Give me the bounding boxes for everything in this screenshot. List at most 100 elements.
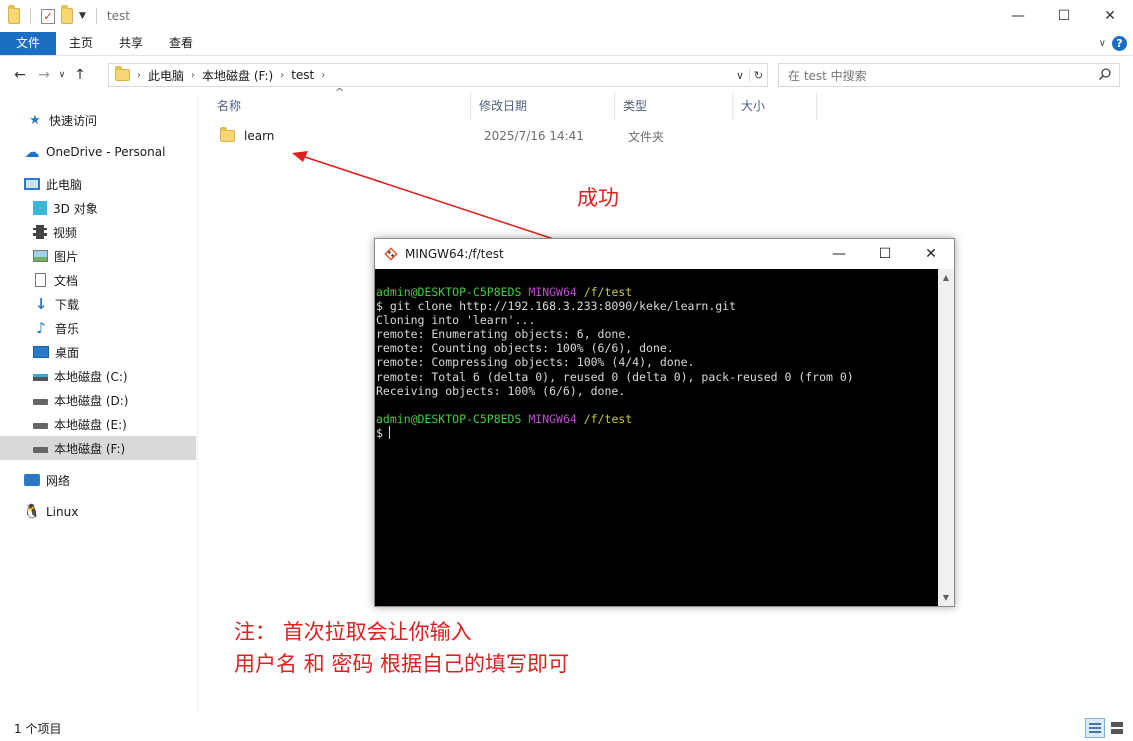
terminal-window[interactable]: MINGW64:/f/test — ☐ ✕ admin@DESKTOP-C5P8…: [374, 238, 955, 607]
toolbar-divider: [95, 8, 97, 24]
annotation-note-line2: 用户名 和 密码 根据自己的填写即可: [234, 652, 570, 676]
breadcrumb-separator[interactable]: ›: [191, 70, 195, 81]
computer-icon: [24, 178, 40, 190]
terminal-command: $ git clone http://192.168.3.233:8090/ke…: [376, 299, 737, 314]
navigation-bar: ← → ∨ ↑ › 此电脑 › 本地磁盘 (F:) › test › ∨ ↻ 在…: [0, 60, 1133, 90]
sidebar-item-this-pc[interactable]: 此电脑: [0, 172, 196, 196]
up-button[interactable]: ↑: [68, 67, 92, 83]
file-row[interactable]: learn 2025/7/16 14:41 文件夹: [214, 124, 814, 148]
sidebar-item-label: 桌面: [55, 345, 80, 360]
sidebar-item-linux[interactable]: 🐧 Linux: [0, 500, 196, 524]
ribbon-tabs: 文件 主页 共享 查看 ∨ ?: [0, 32, 1133, 56]
terminal-close-button[interactable]: ✕: [908, 239, 954, 269]
terminal-maximize-button[interactable]: ☐: [862, 239, 908, 269]
column-header-type[interactable]: 类型: [615, 92, 733, 120]
sidebar-item-onedrive[interactable]: ☁ OneDrive - Personal: [0, 140, 196, 164]
document-icon: [35, 273, 46, 287]
download-icon: ↓: [34, 295, 48, 313]
sidebar-item-drive-c[interactable]: 本地磁盘 (C:): [0, 364, 196, 388]
sidebar-item-desktop[interactable]: 桌面: [0, 340, 196, 364]
tab-home[interactable]: 主页: [56, 32, 106, 55]
sidebar-item-3d-objects[interactable]: 3D 对象: [0, 196, 196, 220]
sidebar-item-drive-d[interactable]: 本地磁盘 (D:): [0, 388, 196, 412]
sidebar-item-drive-f[interactable]: 本地磁盘 (F:): [0, 436, 196, 460]
git-logo-icon: [384, 247, 398, 261]
film-icon: [33, 225, 47, 239]
terminal-line: remote: Compressing objects: 100% (4/4),…: [376, 355, 695, 370]
sidebar-item-label: 文档: [54, 273, 79, 288]
picture-icon: [33, 250, 48, 262]
new-folder-icon[interactable]: [61, 5, 73, 24]
status-bar: 1 个项目: [0, 716, 1133, 741]
column-headers: ^ 名称 修改日期 类型 大小: [199, 86, 1133, 120]
breadcrumb-drive-f[interactable]: 本地磁盘 (F:): [202, 67, 273, 84]
column-header-size[interactable]: 大小: [733, 92, 817, 120]
music-icon: ♪: [36, 319, 46, 337]
terminal-minimize-button[interactable]: —: [816, 239, 862, 269]
terminal-prompt: admin@DESKTOP-C5P8EDS MINGW64 /f/test: [376, 411, 633, 426]
sidebar-item-pictures[interactable]: 图片: [0, 244, 196, 268]
sidebar-item-label: 网络: [46, 473, 71, 488]
scroll-up-icon[interactable]: ▲: [938, 273, 954, 282]
terminal-title: MINGW64:/f/test: [405, 247, 504, 261]
terminal-scrollbar[interactable]: ▲ ▼: [938, 269, 954, 606]
maximize-button[interactable]: ☐: [1041, 0, 1087, 32]
breadcrumb-separator[interactable]: ›: [280, 70, 284, 81]
sidebar-item-label: 视频: [53, 225, 78, 240]
customize-toolbar-icon[interactable]: ▼: [79, 11, 86, 21]
properties-icon[interactable]: ✓: [41, 8, 55, 24]
text-cursor: [388, 425, 390, 439]
tab-share[interactable]: 共享: [106, 32, 156, 55]
details-view-icon[interactable]: [1085, 718, 1105, 738]
search-icon[interactable]: [1098, 67, 1112, 84]
address-bar[interactable]: › 此电脑 › 本地磁盘 (F:) › test › ∨ ↻: [108, 63, 768, 87]
sidebar-item-label: 本地磁盘 (F:): [54, 441, 126, 456]
terminal-input-line[interactable]: $: [376, 425, 938, 440]
expand-ribbon-icon[interactable]: ∨: [1099, 38, 1106, 49]
breadcrumb-separator[interactable]: ›: [137, 70, 141, 81]
refresh-icon[interactable]: ↻: [749, 68, 767, 82]
column-header-modified[interactable]: 修改日期: [471, 92, 615, 120]
sidebar-item-label: 3D 对象: [53, 201, 98, 216]
sidebar-item-label: 本地磁盘 (C:): [54, 369, 128, 384]
folder-icon: [115, 66, 130, 81]
sidebar-item-music[interactable]: ♪ 音乐: [0, 316, 196, 340]
terminal-output[interactable]: admin@DESKTOP-C5P8EDS MINGW64 /f/test $ g…: [375, 269, 938, 606]
terminal-title-bar[interactable]: MINGW64:/f/test — ☐ ✕: [375, 239, 954, 269]
sidebar-item-downloads[interactable]: ↓ 下载: [0, 292, 196, 316]
sidebar-item-videos[interactable]: 视频: [0, 220, 196, 244]
window-title: test: [106, 9, 130, 23]
breadcrumb-separator[interactable]: ›: [321, 70, 325, 81]
minimize-button[interactable]: —: [995, 0, 1041, 32]
address-dropdown-icon[interactable]: ∨: [731, 69, 749, 82]
folder-icon: [8, 5, 20, 24]
close-button[interactable]: ✕: [1087, 0, 1133, 32]
breadcrumb-test[interactable]: test: [291, 68, 314, 82]
tab-file[interactable]: 文件: [0, 32, 57, 55]
help-icon[interactable]: ?: [1112, 36, 1127, 51]
back-button[interactable]: ←: [8, 67, 32, 83]
forward-button[interactable]: →: [32, 67, 56, 83]
recent-locations-icon[interactable]: ∨: [56, 70, 68, 80]
column-header-name[interactable]: 名称: [209, 92, 471, 120]
tab-view[interactable]: 查看: [156, 32, 206, 55]
terminal-prompt: admin@DESKTOP-C5P8EDS MINGW64 /f/test: [376, 285, 633, 299]
drive-icon: [33, 374, 48, 381]
sidebar-item-label: 本地磁盘 (D:): [54, 393, 129, 408]
search-input[interactable]: 在 test 中搜索: [778, 63, 1120, 87]
large-icons-view-icon[interactable]: [1107, 718, 1127, 738]
sidebar-item-documents[interactable]: 文档: [0, 268, 196, 292]
sidebar-item-network[interactable]: 网络: [0, 468, 196, 492]
item-count: 1 个项目: [14, 722, 62, 736]
sidebar-item-drive-e[interactable]: 本地磁盘 (E:): [0, 412, 196, 436]
terminal-line: Receiving objects: 100% (6/6), done.: [376, 383, 626, 398]
desktop-icon: [33, 346, 49, 358]
scroll-down-icon[interactable]: ▼: [938, 593, 954, 602]
annotation-success: 成功: [577, 186, 619, 210]
file-name[interactable]: learn: [244, 129, 484, 143]
drive-icon: [33, 399, 48, 405]
drive-icon: [33, 423, 48, 429]
breadcrumb-this-pc[interactable]: 此电脑: [148, 67, 184, 84]
cube-icon: [33, 201, 47, 215]
sidebar-item-quick-access[interactable]: ★ 快速访问: [0, 108, 196, 132]
